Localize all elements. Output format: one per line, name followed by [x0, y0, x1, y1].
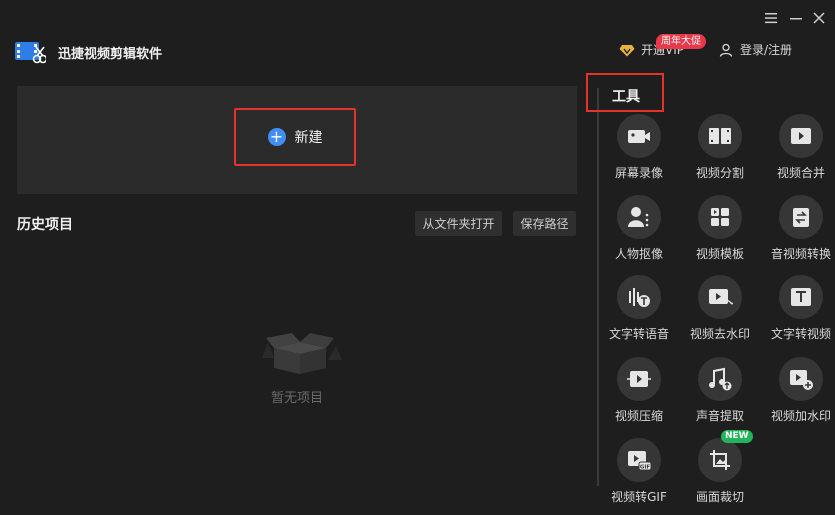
history-title: 历史项目 [17, 217, 73, 233]
video-merge-icon [791, 128, 811, 144]
vip-promo-badge: 周年大促 [656, 34, 706, 49]
login-label: 登录/注册 [740, 43, 793, 57]
app-logo-icon [14, 39, 48, 65]
minimize-icon[interactable] [787, 8, 805, 28]
diamond-icon [619, 44, 635, 56]
tool-person-cutout[interactable]: 人物抠像 [599, 195, 679, 262]
tool-label: 视频加水印 [770, 409, 831, 423]
add-watermark-icon [790, 370, 813, 390]
empty-state-text: 暂无项目 [270, 391, 323, 406]
empty-box-icon [254, 328, 346, 376]
new-project-label: 新建 [294, 130, 323, 146]
tool-label: 画面裁切 [695, 490, 744, 504]
remove-watermark-icon [709, 289, 733, 305]
user-icon [719, 43, 733, 57]
tool-label: 音视频转换 [770, 247, 831, 261]
template-icon [711, 208, 729, 226]
tool-label: 视频转GIF [611, 490, 667, 504]
tool-text-to-video[interactable]: 文字转视频 [761, 275, 835, 342]
tool-remove-watermark[interactable]: 视频去水印 [680, 275, 760, 342]
tool-text-to-speech[interactable]: 文字转语音 [599, 275, 679, 342]
compress-icon [627, 371, 651, 387]
tool-label: 视频模板 [695, 247, 744, 261]
tool-label: 声音提取 [695, 409, 744, 423]
tool-label: 视频分割 [695, 166, 744, 180]
gif-icon: GIF [628, 451, 652, 471]
tool-video-to-gif[interactable]: GIF 视频转GIF [599, 438, 679, 505]
tool-audio-extract[interactable]: 声音提取 [680, 357, 760, 424]
login-button[interactable]: 登录/注册 [719, 41, 792, 58]
new-project-highlight[interactable]: + 新建 [234, 108, 356, 166]
tools-title: 工具 [612, 89, 640, 105]
film-split-icon [709, 128, 731, 144]
save-path-button[interactable]: 保存路径 [513, 211, 576, 236]
tool-crop[interactable]: 画面裁切 [680, 438, 760, 505]
text-to-video-icon [791, 288, 811, 306]
tool-label: 文字转语音 [608, 327, 669, 341]
new-badge: NEW [721, 430, 753, 443]
tool-video-merge[interactable]: 视频合并 [761, 114, 835, 181]
tool-add-watermark[interactable]: 视频加水印 [761, 357, 835, 424]
tool-label: 视频合并 [776, 166, 825, 180]
tool-label: 视频去水印 [689, 327, 750, 341]
tool-label: 人物抠像 [614, 247, 663, 261]
close-icon[interactable] [810, 8, 828, 28]
app-title: 迅捷视频剪辑软件 [58, 47, 163, 62]
text-to-speech-icon [629, 288, 650, 307]
crop-icon [710, 450, 730, 470]
open-folder-button[interactable]: 从文件夹打开 [415, 211, 502, 236]
tool-av-convert[interactable]: 音视频转换 [761, 195, 835, 262]
tool-video-split[interactable]: 视频分割 [680, 114, 760, 181]
tool-video-compress[interactable]: 视频压缩 [599, 357, 679, 424]
convert-icon [793, 208, 809, 227]
tool-label: 视频压缩 [614, 409, 663, 423]
person-cutout-icon [628, 207, 649, 227]
tool-label: 屏幕录像 [614, 166, 663, 180]
tool-label: 文字转视频 [770, 327, 831, 341]
svg-text:GIF: GIF [640, 465, 651, 471]
tool-screen-record[interactable]: 屏幕录像 [599, 114, 679, 181]
tool-video-template[interactable]: 视频模板 [680, 195, 760, 262]
camera-icon [628, 130, 650, 143]
new-project-button[interactable]: + 新建 [267, 127, 323, 147]
menu-icon[interactable] [762, 8, 780, 28]
plus-icon: + [267, 128, 286, 146]
audio-extract-icon [709, 367, 732, 391]
